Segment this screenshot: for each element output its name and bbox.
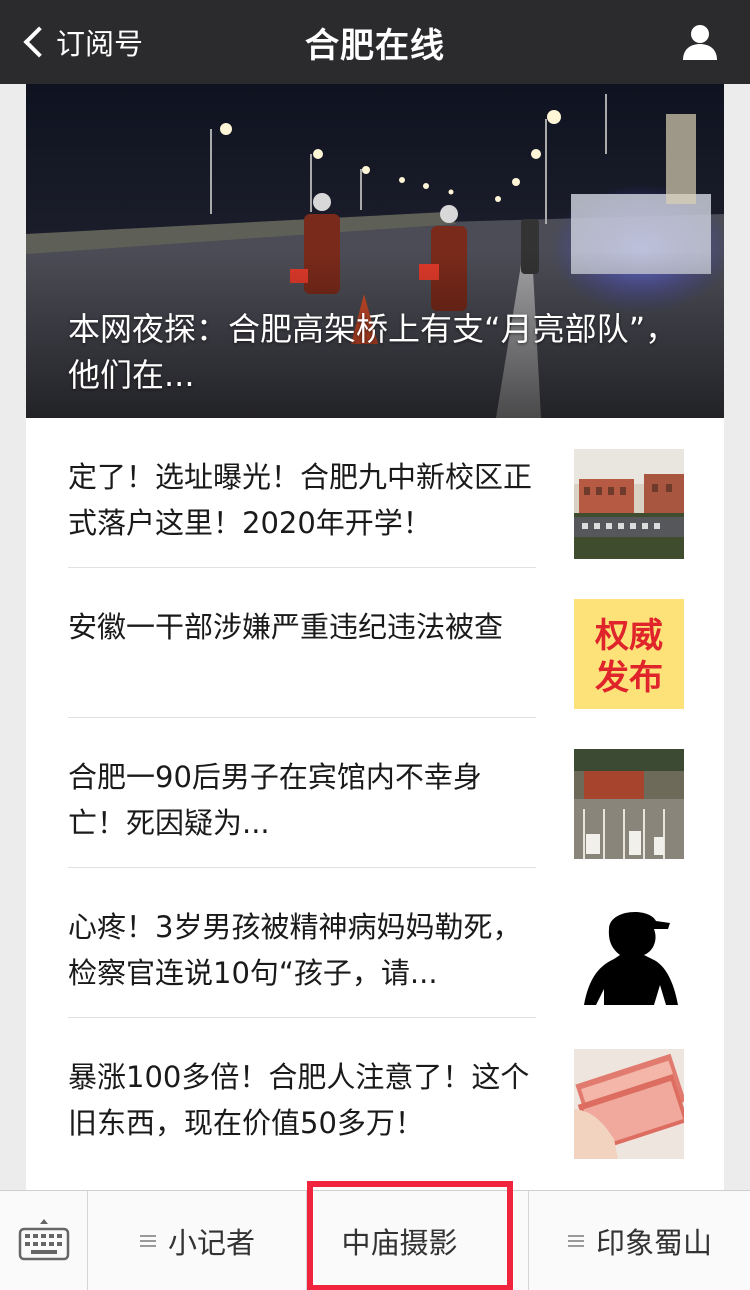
menu-label: 中庙摄影 xyxy=(341,1226,458,1260)
hero-title: 本网夜探：合肥高架桥上有支“月亮部队”，他们在... xyxy=(68,310,678,394)
article-title: 安徽一干部涉嫌严重违纪违法被查 xyxy=(68,610,504,644)
school-gate-thumbnail xyxy=(574,449,684,559)
hero-article[interactable]: 本网夜探：合肥高架桥上有支“月亮部队”，他们在... xyxy=(26,84,724,418)
page-title: 合肥在线 xyxy=(305,26,445,66)
article-item[interactable]: 合肥一90后男子在宾馆内不幸身亡！死因疑为... xyxy=(68,718,688,868)
authoritative-release-badge: 权威发布 xyxy=(574,599,684,709)
hotel-thumbnail xyxy=(574,749,684,859)
child-silhouette-thumbnail xyxy=(574,899,684,1009)
article-title: 暴涨100多倍！合肥人注意了！这个旧东西，现在价值50多万！ xyxy=(68,1060,530,1140)
article-title: 合肥一90后男子在宾馆内不幸身亡！死因疑为... xyxy=(68,760,482,840)
menu-item-yinxiang-shushan[interactable]: 印象蜀山 xyxy=(530,1191,750,1290)
article-item[interactable]: 心疼！3岁男孩被精神病妈妈勒死，检察官连说10句“孩子，请... xyxy=(68,868,688,1018)
keyboard-icon xyxy=(18,1219,70,1261)
article-item[interactable]: 安徽一干部涉嫌严重违纪违法被查 权威发布 xyxy=(68,568,688,718)
menu-lines-icon xyxy=(567,1235,584,1247)
keyboard-toggle-button[interactable] xyxy=(0,1191,88,1290)
menu-label: 印象蜀山 xyxy=(595,1226,712,1260)
menu-item-xiaojizhe[interactable]: 小记者 xyxy=(89,1191,307,1290)
article-item[interactable]: 暴涨100多倍！合肥人注意了！这个旧东西，现在价值50多万！ xyxy=(68,1018,688,1168)
article-title: 定了！选址曝光！合肥九中新校区正式落户这里！2020年开学！ xyxy=(68,460,533,540)
menu-label: 小记者 xyxy=(167,1226,255,1260)
top-nav-bar: 订阅号 合肥在线 xyxy=(0,0,750,84)
money-thumbnail xyxy=(574,1049,684,1159)
person-icon[interactable] xyxy=(680,22,720,62)
article-item[interactable]: 定了！选址曝光！合肥九中新校区正式落户这里！2020年开学！ xyxy=(68,418,688,568)
menu-lines-icon xyxy=(139,1235,156,1247)
menu-item-zhongmiao-photography[interactable]: 中庙摄影 xyxy=(307,1191,529,1290)
article-title: 心疼！3岁男孩被精神病妈妈勒死，检察官连说10句“孩子，请... xyxy=(68,910,522,990)
article-card: 本网夜探：合肥高架桥上有支“月亮部队”，他们在... 定了！选址曝光！合肥九中新… xyxy=(26,84,724,1190)
bottom-menu-bar: 小记者 中庙摄影 印象蜀山 xyxy=(0,1181,750,1290)
